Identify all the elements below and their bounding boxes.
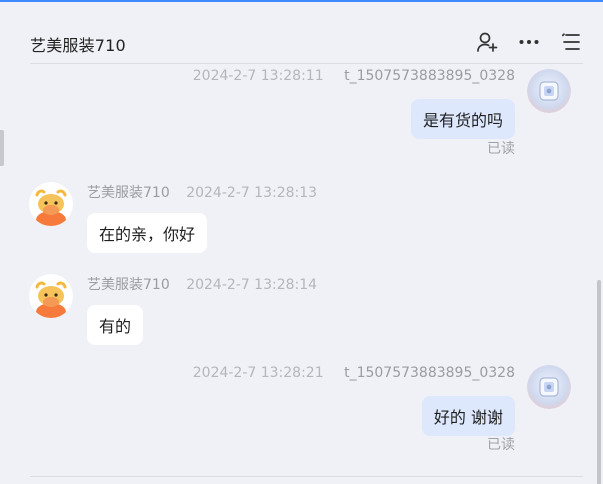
message-incoming: 艺美服装710 2024-2-7 13:28:14: [87, 274, 317, 294]
menu-list-icon[interactable]: [559, 30, 583, 54]
chat-title: 艺美服装710: [30, 36, 126, 55]
chat-header: 艺美服装710: [30, 2, 583, 64]
avatar[interactable]: [29, 274, 73, 318]
message-meta: 艺美服装710 2024-2-7 13:28:14: [87, 274, 317, 294]
header-actions: [475, 30, 583, 54]
message-meta: 2024-2-7 13:28:11 t_1507573883895_0328: [193, 68, 515, 84]
message-sender: t_1507573883895_0328: [344, 365, 515, 381]
more-dots-icon[interactable]: [517, 30, 541, 54]
message-time: 2024-2-7 13:28:14: [186, 277, 318, 293]
add-person-icon[interactable]: [475, 30, 499, 54]
message-meta: 艺美服装710 2024-2-7 13:28:13: [87, 182, 317, 202]
input-divider: [30, 476, 583, 477]
message-bubble-wrap: 有的: [87, 305, 144, 345]
message-outgoing: 2024-2-7 13:28:21 t_1507573883895_0328: [193, 365, 515, 381]
message-bubble-wrap: 在的亲，你好: [87, 213, 208, 253]
message-incoming: 艺美服装710 2024-2-7 13:28:13: [87, 182, 317, 202]
message-sender: 艺美服装710: [87, 277, 170, 293]
message-bubble[interactable]: 好的 谢谢: [421, 396, 515, 436]
message-outgoing: 2024-2-7 13:28:11 t_1507573883895_0328: [193, 68, 515, 84]
read-status-text: 已读: [487, 141, 515, 157]
message-time: 2024-2-7 13:28:21: [192, 365, 324, 381]
message-bubble[interactable]: 有的: [87, 305, 144, 345]
read-status-text: 已读: [487, 437, 515, 453]
message-bubble[interactable]: 是有货的吗: [410, 99, 515, 139]
scrollbar[interactable]: [597, 280, 601, 484]
message-sender: 艺美服装710: [87, 185, 170, 201]
message-bubble[interactable]: 在的亲，你好: [87, 213, 208, 253]
message-bubble-wrap: 是有货的吗: [410, 99, 515, 139]
message-sender: t_1507573883895_0328: [344, 68, 515, 84]
left-scroll-handle[interactable]: [0, 130, 4, 166]
message-meta: 2024-2-7 13:28:21 t_1507573883895_0328: [193, 365, 515, 381]
avatar[interactable]: [527, 365, 571, 409]
message-bubble-wrap: 好的 谢谢: [421, 396, 515, 436]
read-status: 已读: [487, 138, 515, 158]
avatar[interactable]: [29, 182, 73, 226]
chat-window: 艺美服装710 2024-2-7 13:28:11 t_150757388389…: [0, 0, 603, 484]
read-status: 已读: [487, 434, 515, 454]
message-time: 2024-2-7 13:28:13: [186, 185, 318, 201]
avatar[interactable]: [527, 69, 571, 113]
message-time: 2024-2-7 13:28:11: [192, 68, 324, 84]
